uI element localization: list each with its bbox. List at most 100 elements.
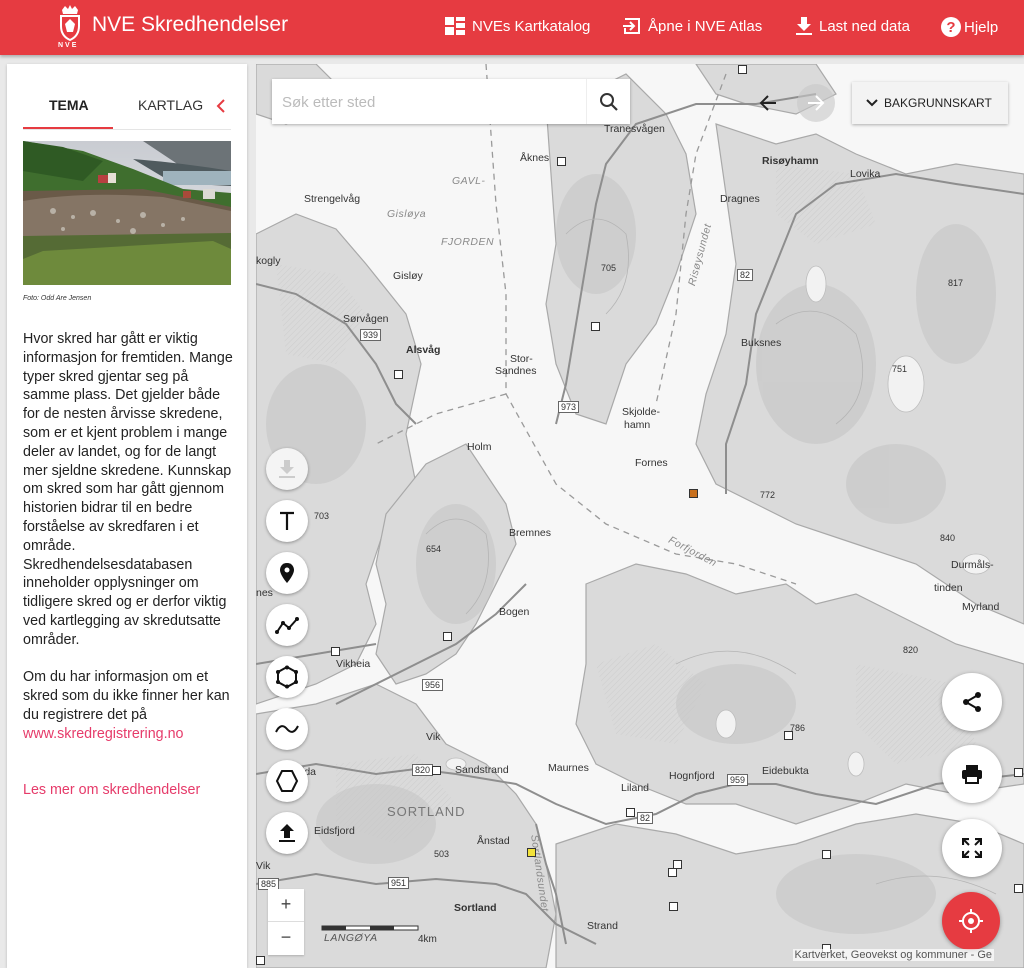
zoom-control: + −	[268, 889, 304, 955]
search-icon	[600, 93, 618, 111]
locate-me-button[interactable]	[942, 892, 1000, 950]
landslide-marker[interactable]	[394, 370, 403, 379]
zoom-out-button[interactable]: −	[268, 922, 304, 955]
place-search-box	[272, 79, 630, 124]
chevron-down-icon	[866, 99, 878, 107]
download-drawing-button[interactable]	[266, 448, 308, 490]
place-label: tinden	[934, 582, 963, 594]
skredregistrering-link[interactable]: www.skredregistrering.no	[23, 726, 184, 742]
download-icon	[279, 460, 295, 478]
map-basemap	[256, 64, 1024, 968]
upload-drawing-button[interactable]	[266, 812, 308, 854]
register-text: Om du har informasjon om et skred som du…	[23, 669, 230, 723]
nav-download-data[interactable]: Last ned data	[795, 16, 910, 36]
place-label: Maurnes	[548, 762, 589, 774]
landslide-marker[interactable]	[443, 632, 452, 641]
place-label: 654	[426, 544, 442, 554]
landslide-marker[interactable]	[557, 157, 566, 166]
place-label: Bremnes	[509, 527, 552, 539]
nav-help[interactable]: ? Hjelp	[940, 16, 998, 38]
place-label: 772	[760, 490, 776, 500]
road-number: 82	[737, 269, 754, 281]
landslide-marker[interactable]	[331, 647, 340, 656]
crosshair-icon	[959, 909, 983, 933]
svg-text:?: ?	[946, 19, 955, 36]
nav-open-atlas[interactable]: Åpne i NVE Atlas	[622, 16, 762, 36]
landslide-marker[interactable]	[668, 868, 677, 877]
search-button[interactable]	[586, 79, 630, 124]
tab-active-indicator	[23, 127, 113, 129]
place-label: Lovika	[850, 168, 881, 180]
fullscreen-button[interactable]	[942, 819, 1002, 877]
road-number: 956	[422, 679, 444, 691]
place-label: Risøyhamn	[762, 155, 819, 167]
history-forward-button[interactable]	[797, 84, 835, 122]
place-label: Skjolde-	[622, 406, 660, 418]
map-canvas[interactable]: Tranesvågen Åknes Risøyhamn Lovika GAVL-…	[256, 64, 1024, 968]
draw-line-button[interactable]	[266, 604, 308, 646]
nav-help-label: Hjelp	[964, 18, 999, 36]
landslide-marker[interactable]	[822, 850, 831, 859]
share-button[interactable]	[942, 673, 1002, 731]
download-icon	[796, 17, 812, 35]
place-label: Eidebukta	[762, 765, 809, 777]
nav-kartkatalog[interactable]: NVEs Kartkatalog	[444, 16, 590, 36]
draw-freehand-button[interactable]	[266, 708, 308, 750]
place-label: Durmåls-	[951, 559, 994, 571]
place-label: Sørvågen	[343, 313, 389, 325]
tab-tema[interactable]: TEMA	[49, 97, 89, 113]
photo-credit: Foto: Odd Are Jensen	[23, 295, 92, 302]
upload-icon	[279, 824, 295, 842]
landslide-marker[interactable]	[1014, 884, 1023, 893]
place-label: 751	[892, 364, 908, 374]
read-more-link[interactable]: Les mer om skredhendelser	[23, 782, 200, 798]
place-label: Liland	[621, 782, 650, 794]
print-button[interactable]	[942, 745, 1002, 803]
draw-freehand-polygon-button[interactable]	[266, 760, 308, 802]
landslide-marker-yellow[interactable]	[527, 848, 536, 857]
polyline-icon	[275, 617, 299, 634]
share-icon	[963, 692, 981, 712]
place-label: Gisløya	[387, 208, 427, 220]
polygon-icon	[276, 665, 298, 689]
intro-text-block: Hvor skred har gått er viktig informasjo…	[23, 330, 235, 744]
road-number: 973	[558, 401, 580, 413]
tab-divider	[23, 129, 231, 130]
basemap-dropdown[interactable]: BAKGRUNNSKART	[852, 82, 1008, 124]
place-label: Sandnes	[495, 365, 537, 377]
place-label: Buksnes	[741, 337, 782, 349]
scale-label: 4km	[418, 934, 437, 945]
tab-kartlag[interactable]: KARTLAG	[138, 97, 203, 113]
landslide-marker[interactable]	[432, 766, 441, 775]
place-label: Myrland	[962, 601, 1000, 613]
fullscreen-icon	[962, 838, 982, 858]
place-label: Holm	[467, 441, 492, 453]
landslide-marker[interactable]	[738, 65, 747, 74]
history-back-button[interactable]	[749, 84, 787, 122]
place-label: Stor-	[510, 353, 533, 365]
landslide-marker[interactable]	[784, 731, 793, 740]
landslide-marker[interactable]	[1014, 768, 1023, 777]
landslide-marker[interactable]	[669, 902, 678, 911]
draw-point-button[interactable]	[266, 552, 308, 594]
text-icon	[280, 511, 294, 530]
landslide-marker-highlight[interactable]	[689, 489, 698, 498]
road-number: 951	[388, 877, 410, 889]
place-search-input[interactable]	[282, 91, 582, 113]
draw-text-button[interactable]	[266, 500, 308, 542]
place-label: Bogen	[499, 606, 530, 618]
draw-polygon-button[interactable]	[266, 656, 308, 698]
register-paragraph: Om du har informasjon om et skred som du…	[23, 668, 235, 743]
landslide-marker[interactable]	[626, 808, 635, 817]
nav-kartkatalog-label: NVEs Kartkatalog	[472, 17, 591, 35]
place-label: SORTLAND	[387, 804, 466, 819]
place-label: GAVL-	[452, 175, 486, 187]
place-label: Fornes	[635, 457, 668, 469]
zoom-in-button[interactable]: +	[268, 889, 304, 922]
landslide-marker[interactable]	[256, 956, 265, 965]
landslide-marker[interactable]	[591, 322, 600, 331]
chevron-left-icon[interactable]	[216, 99, 226, 113]
nav-download-label: Last ned data	[819, 17, 910, 35]
road-number: 939	[360, 329, 382, 341]
landslide-photo	[23, 141, 231, 285]
